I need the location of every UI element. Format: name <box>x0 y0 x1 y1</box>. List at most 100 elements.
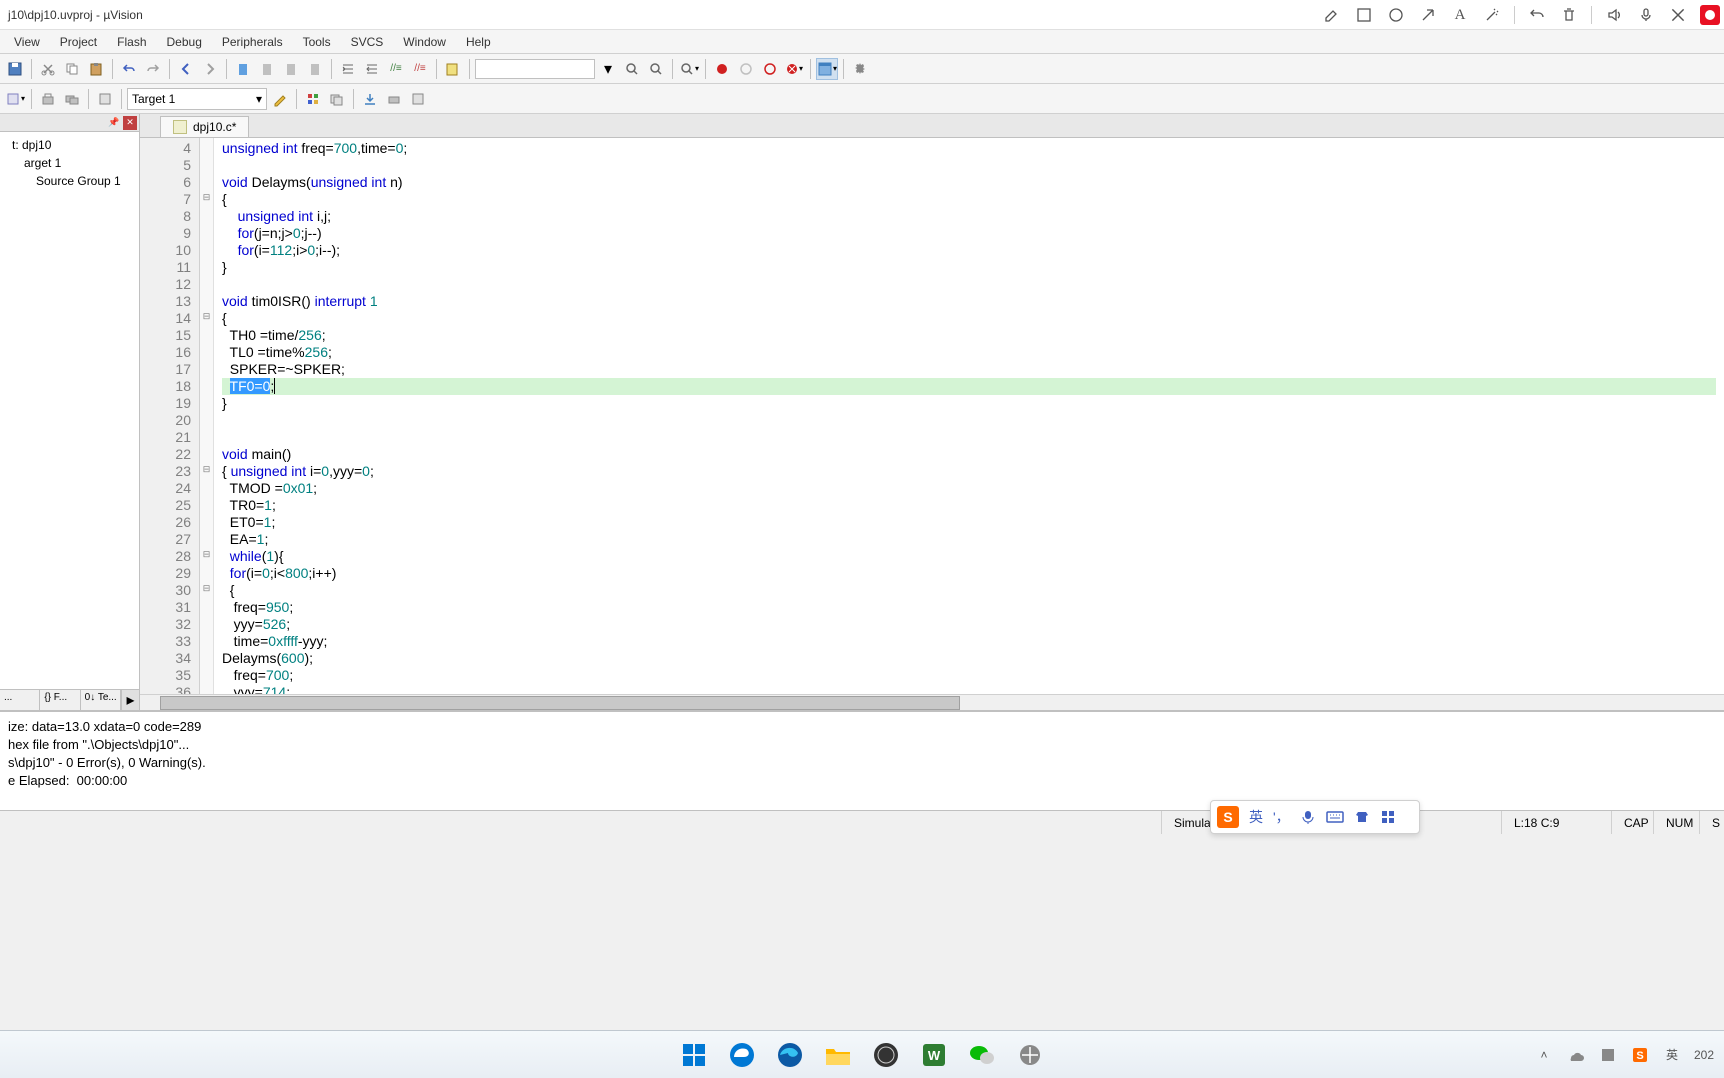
bookmark-clear-icon[interactable] <box>304 58 326 80</box>
outdent-icon[interactable] <box>361 58 383 80</box>
translate-icon[interactable]: ▾ <box>4 88 26 110</box>
menu-flash[interactable]: Flash <box>107 33 156 51</box>
code-line[interactable]: freq=950; <box>222 599 1716 616</box>
code-line[interactable]: } <box>222 395 1716 412</box>
mic-icon[interactable] <box>1636 5 1656 25</box>
text-a-icon[interactable]: A <box>1450 5 1470 25</box>
bookmark-next-icon[interactable] <box>280 58 302 80</box>
find-dropdown[interactable] <box>475 59 595 79</box>
find-icon[interactable] <box>621 58 643 80</box>
code-line[interactable]: freq=700; <box>222 667 1716 684</box>
breakpoint-disable-icon[interactable] <box>735 58 757 80</box>
code-line[interactable]: TL0 =time%256; <box>222 344 1716 361</box>
code-line[interactable]: for(j=n;j>0;j--) <box>222 225 1716 242</box>
panel-tab-functions[interactable]: {} F... <box>40 690 80 710</box>
fold-marker[interactable]: ⊟ <box>200 308 213 325</box>
circle-icon[interactable] <box>1386 5 1406 25</box>
fold-marker[interactable]: ⊟ <box>200 189 213 206</box>
menu-project[interactable]: Project <box>50 33 107 51</box>
pin-icon[interactable]: 📌 <box>107 116 121 130</box>
panel-scroll-right-icon[interactable]: ▸ <box>121 690 139 710</box>
target-options-icon[interactable] <box>269 88 291 110</box>
tree-target[interactable]: arget 1 <box>4 154 135 172</box>
undo-toolbar-icon[interactable] <box>118 58 140 80</box>
file-explorer-icon[interactable] <box>818 1035 858 1075</box>
code-line[interactable]: for(i=0;i<800;i++) <box>222 565 1716 582</box>
find-in-files-icon[interactable] <box>442 58 464 80</box>
incremental-find-icon[interactable] <box>645 58 667 80</box>
breakpoint-kill-icon[interactable]: ▾ <box>783 58 805 80</box>
code-line[interactable]: } <box>222 259 1716 276</box>
app-2-icon[interactable] <box>1010 1035 1050 1075</box>
code-line[interactable]: TF0=0; <box>222 378 1716 395</box>
window-tile-icon[interactable]: ▾ <box>816 58 838 80</box>
code-line[interactable]: { <box>222 191 1716 208</box>
code-line[interactable]: yyy=526; <box>222 616 1716 633</box>
menu-svcs[interactable]: SVCS <box>341 33 394 51</box>
tree-group[interactable]: Source Group 1 <box>4 172 135 190</box>
uncomment-icon[interactable]: //≡ <box>409 58 431 80</box>
ime-lang[interactable]: 英 <box>1249 807 1263 827</box>
tree-root[interactable]: t: dpj10 <box>4 136 135 154</box>
indent-icon[interactable] <box>337 58 359 80</box>
editor-tab-file[interactable]: dpj10.c* <box>160 116 249 137</box>
menu-peripherals[interactable]: Peripherals <box>212 33 293 51</box>
code-line[interactable] <box>222 429 1716 446</box>
ime-punct[interactable]: '， <box>1273 807 1290 827</box>
code-line[interactable]: time=0xffff-yyy; <box>222 633 1716 650</box>
ime-logo-icon[interactable]: S <box>1217 806 1239 828</box>
fold-marker[interactable]: ⊟ <box>200 546 213 563</box>
menu-window[interactable]: Window <box>393 33 456 51</box>
code-line[interactable]: yyy=714; <box>222 684 1716 694</box>
edge-legacy-icon[interactable] <box>722 1035 762 1075</box>
fold-marker[interactable]: ⊟ <box>200 461 213 478</box>
build-output[interactable]: ize: data=13.0 xdata=0 code=289 hex file… <box>0 710 1724 810</box>
tray-app-icon[interactable] <box>1598 1045 1618 1065</box>
code-line[interactable]: { <box>222 310 1716 327</box>
fold-marker[interactable]: ⊟ <box>200 580 213 597</box>
wand-icon[interactable] <box>1482 5 1502 25</box>
code-line[interactable]: for(i=112;i>0;i--); <box>222 242 1716 259</box>
start-button[interactable] <box>674 1035 714 1075</box>
save-icon[interactable] <box>4 58 26 80</box>
code-line[interactable]: while(1){ <box>222 548 1716 565</box>
edge-icon[interactable] <box>770 1035 810 1075</box>
code-line[interactable]: { <box>222 582 1716 599</box>
record-icon[interactable] <box>1700 5 1720 25</box>
rebuild-icon[interactable] <box>61 88 83 110</box>
wechat-icon[interactable] <box>962 1035 1002 1075</box>
code-line[interactable]: { unsigned int i=0,yyy=0; <box>222 463 1716 480</box>
code-line[interactable]: unsigned int freq=700,time=0; <box>222 140 1716 157</box>
ime-mic-icon[interactable] <box>1300 809 1316 825</box>
target-dropdown[interactable]: Target 1 ▾ <box>127 88 267 110</box>
tray-chevron-icon[interactable]: ˄ <box>1534 1045 1554 1065</box>
code-lines[interactable]: unsigned int freq=700,time=0;void Delaym… <box>214 138 1724 694</box>
tray-ime-icon[interactable]: S <box>1630 1045 1650 1065</box>
hscroll-thumb[interactable] <box>160 696 960 710</box>
menu-tools[interactable]: Tools <box>293 33 341 51</box>
ime-skin-icon[interactable] <box>1354 809 1370 825</box>
redo-toolbar-icon[interactable] <box>142 58 164 80</box>
close-icon[interactable] <box>1668 5 1688 25</box>
tray-year[interactable]: 202 <box>1694 1048 1714 1062</box>
ime-tools-icon[interactable] <box>1380 809 1396 825</box>
menu-help[interactable]: Help <box>456 33 501 51</box>
nav-forward-icon[interactable] <box>199 58 221 80</box>
bookmark-toggle-icon[interactable] <box>232 58 254 80</box>
code-line[interactable]: ET0=1; <box>222 514 1716 531</box>
bookmark-prev-icon[interactable] <box>256 58 278 80</box>
editor-hscroll[interactable] <box>140 694 1724 710</box>
breakpoint-insert-icon[interactable] <box>711 58 733 80</box>
code-line[interactable]: TH0 =time/256; <box>222 327 1716 344</box>
copy-icon[interactable] <box>61 58 83 80</box>
nav-back-icon[interactable] <box>175 58 197 80</box>
code-line[interactable]: TR0=1; <box>222 497 1716 514</box>
code-line[interactable] <box>222 157 1716 174</box>
code-line[interactable]: TMOD =0x01; <box>222 480 1716 497</box>
erase-icon[interactable] <box>383 88 405 110</box>
batch-build-icon[interactable] <box>94 88 116 110</box>
wps-icon[interactable]: W <box>914 1035 954 1075</box>
cut-icon[interactable] <box>37 58 59 80</box>
manage-project-icon[interactable] <box>302 88 324 110</box>
build-icon[interactable] <box>37 88 59 110</box>
